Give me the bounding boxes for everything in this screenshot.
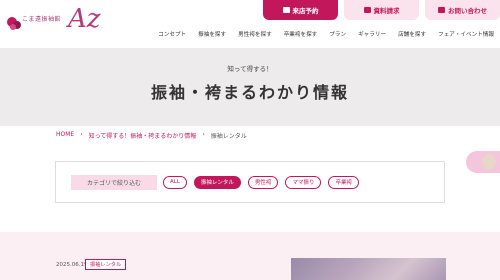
reserve-button[interactable]: 来店予約 bbox=[263, 0, 338, 20]
page-hero: 知って得する！ 振袖・袴まるわかり情報 bbox=[0, 48, 500, 126]
logo-text-small: こま遠振袖館 bbox=[22, 16, 62, 23]
nav-item-stores[interactable]: 店舗を探す bbox=[398, 30, 426, 38]
request-button-label: 資料請求 bbox=[373, 7, 400, 15]
floating-side-tab[interactable] bbox=[466, 151, 500, 173]
nav-item-plan[interactable]: プラン bbox=[329, 30, 346, 38]
breadcrumb-parent[interactable]: 知って得する！振袖・袴まるわかり情報 bbox=[89, 131, 197, 140]
filter-tag-graduation-hakama[interactable]: 卒業袴 bbox=[328, 175, 359, 189]
filter-tag-furisode-rental[interactable]: 振袖レンタル bbox=[193, 175, 241, 189]
nav-item-gallery[interactable]: ギャラリー bbox=[358, 30, 386, 38]
contact-button[interactable]: お問い合わせ bbox=[425, 0, 500, 20]
filter-tag-all[interactable]: ALL bbox=[163, 175, 187, 189]
reserve-button-label: 来店予約 bbox=[292, 7, 319, 15]
global-nav: コンセプト 振袖を探す 男性袴を探す 卒業袴を探す プラン ギャラリー 店舗を探… bbox=[158, 30, 494, 38]
nav-item-fair-events[interactable]: フェア・イベント情報 bbox=[438, 30, 494, 38]
breadcrumb-home[interactable]: HOME bbox=[56, 131, 74, 140]
nav-item-furisode[interactable]: 振袖を探す bbox=[198, 30, 226, 38]
calendar-icon bbox=[282, 7, 290, 13]
breadcrumb-separator: › bbox=[202, 131, 205, 138]
header-actions: 来店予約 資料請求 お問い合わせ bbox=[263, 0, 500, 20]
filter-tags: ALL 振袖レンタル 男性袴 ママ振り 卒業袴 bbox=[163, 175, 359, 189]
document-icon bbox=[363, 7, 371, 13]
request-materials-button[interactable]: 資料請求 bbox=[344, 0, 419, 20]
nav-item-mens-hakama[interactable]: 男性袴を探す bbox=[238, 30, 272, 38]
category-filter: カテゴリで絞り込む ALL 振袖レンタル 男性袴 ママ振り 卒業袴 bbox=[55, 161, 445, 203]
filter-tag-mens-hakama[interactable]: 男性袴 bbox=[247, 175, 279, 189]
page-subtitle: 知って得する！ bbox=[227, 65, 273, 73]
site-logo[interactable]: こま遠振袖館 Az bbox=[4, 4, 100, 34]
mail-icon bbox=[438, 7, 445, 13]
flower-logo-icon bbox=[7, 17, 21, 30]
breadcrumb-current: 振袖レンタル bbox=[210, 133, 247, 140]
page-title: 振袖・袴まるわかり情報 bbox=[150, 83, 349, 102]
post-thumbnail[interactable] bbox=[291, 258, 446, 280]
filter-label: カテゴリで絞り込む bbox=[71, 174, 157, 190]
post-date: 2025.06.19 bbox=[56, 262, 88, 268]
nav-item-graduation-hakama[interactable]: 卒業袴を探す bbox=[284, 30, 318, 38]
post-category-badge[interactable]: 振袖レンタル bbox=[85, 259, 127, 270]
contact-button-label: お問い合わせ bbox=[448, 7, 487, 15]
breadcrumb: HOME › 知って得する！振袖・袴まるわかり情報 › 振袖レンタル bbox=[56, 131, 247, 140]
breadcrumb-separator: › bbox=[80, 131, 83, 138]
filter-tag-mama-furi[interactable]: ママ振り bbox=[285, 175, 322, 189]
nav-item-concept[interactable]: コンセプト bbox=[158, 30, 186, 38]
logo-text-big: Az bbox=[68, 4, 101, 34]
person-thumbnail-icon bbox=[482, 154, 496, 170]
